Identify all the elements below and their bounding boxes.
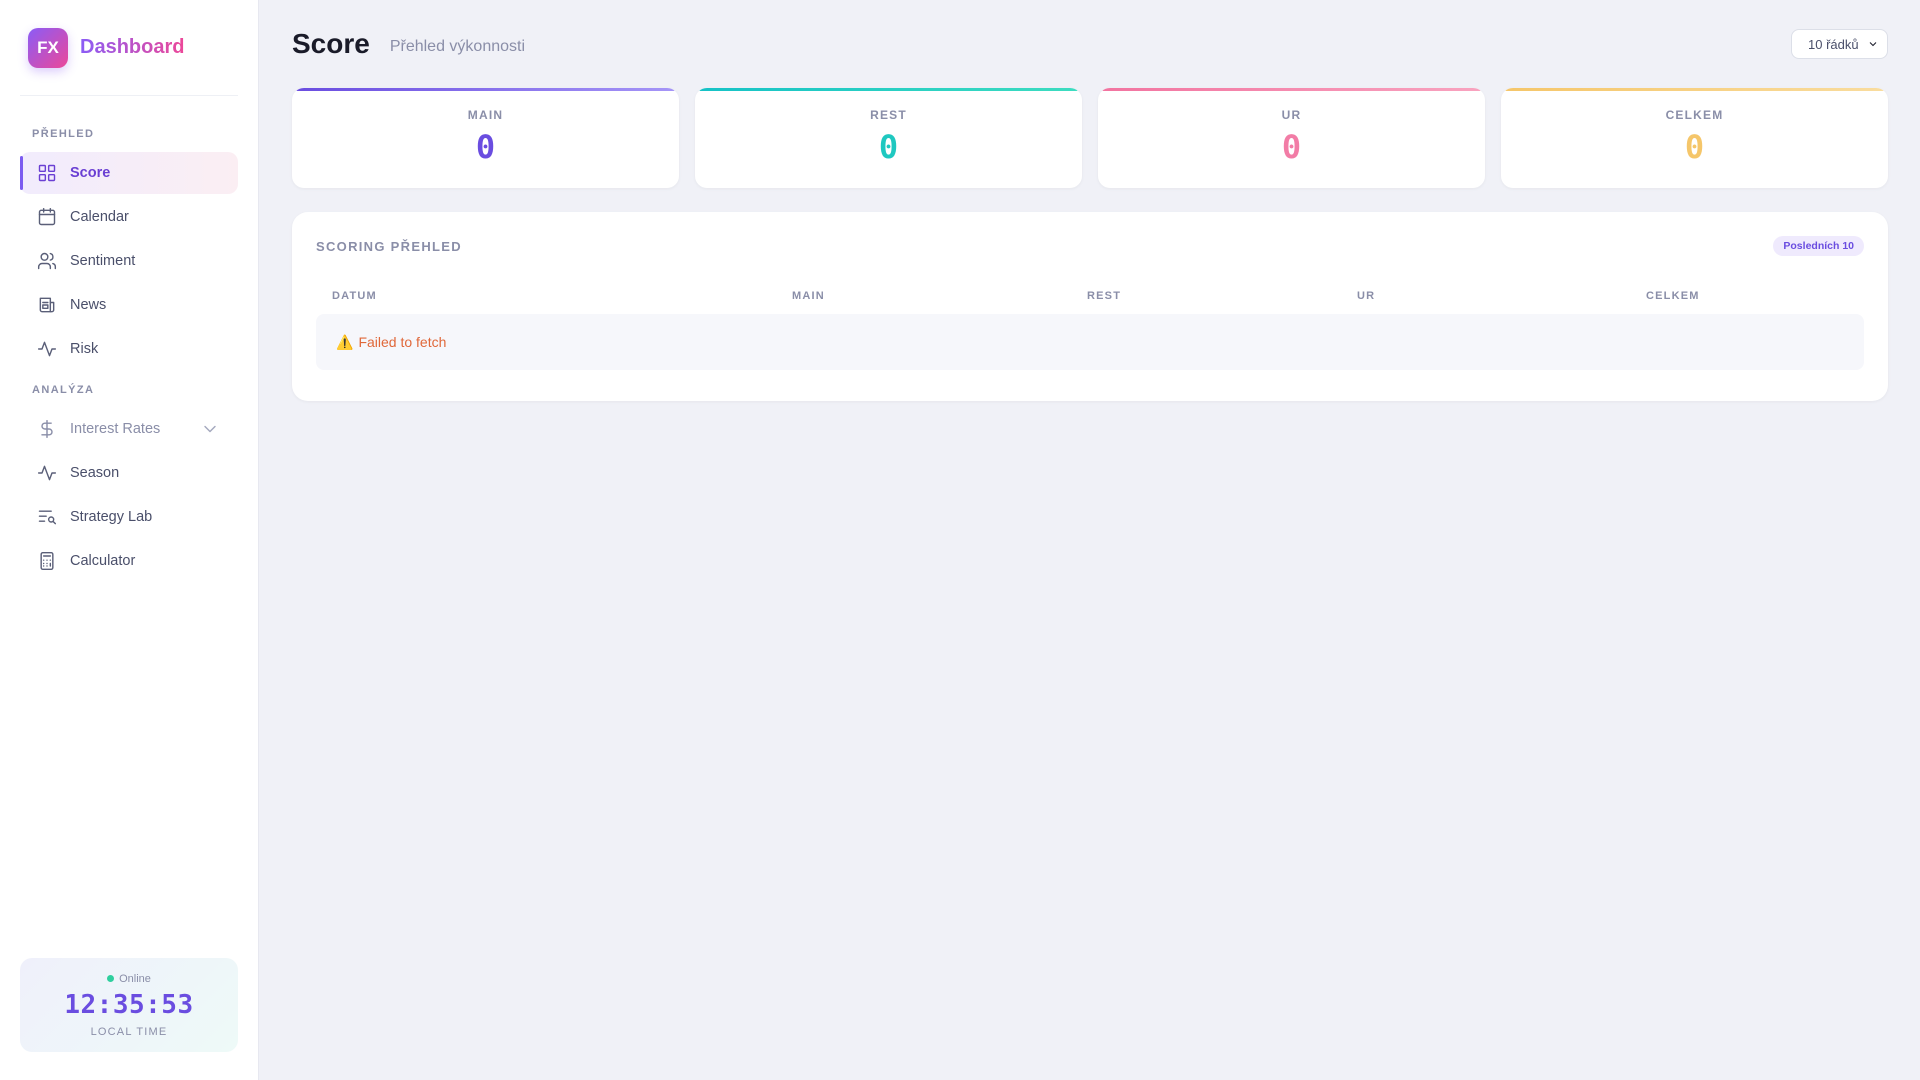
page-subtitle: Přehled výkonnosti: [389, 38, 526, 55]
error-row: ⚠️ Failed to fetch: [316, 314, 1864, 370]
sidebar-item-interest-rates[interactable]: Interest Rates: [20, 408, 238, 450]
card-value: 0: [878, 128, 899, 166]
column-header-main[interactable]: MAIN: [792, 290, 1087, 302]
sidebar-item-news[interactable]: News: [20, 284, 238, 326]
stat-card-main: MAIN 0: [292, 88, 679, 188]
scoring-panel: SCORING PŘEHLED Posledních 10 DATUM MAIN…: [292, 212, 1888, 401]
card-label: REST: [870, 108, 907, 122]
card-accent-bar: [1102, 88, 1481, 91]
card-value: 0: [475, 128, 496, 166]
column-header-ur[interactable]: UR: [1357, 290, 1646, 302]
online-dot-icon: [107, 975, 115, 982]
card-label: UR: [1281, 108, 1302, 122]
card-accent-bar: [296, 88, 675, 91]
sidebar-item-calendar[interactable]: Calendar: [20, 196, 238, 238]
sidebar-item-label: Score: [70, 165, 111, 181]
sidebar-item-strategy-lab[interactable]: Strategy Lab: [20, 496, 238, 538]
clock-card: Online 12:35:53 LOCAL TIME: [20, 958, 238, 1052]
dollar-icon: [41, 419, 53, 439]
main-content: Score Přehled výkonnosti 10 řádků MAIN 0…: [259, 0, 1920, 1080]
card-value: 0: [1281, 128, 1302, 166]
sidebar: FX Dashboard PŘEHLED Score Calendar Sent…: [0, 0, 259, 1080]
section-label-analysis: ANALÝZA: [32, 384, 95, 396]
clock-label: LOCAL TIME: [90, 1025, 168, 1038]
sidebar-item-calculator[interactable]: Calculator: [20, 540, 238, 582]
rows-select[interactable]: 10 řádků: [1791, 29, 1888, 59]
sidebar-item-sentiment[interactable]: Sentiment: [20, 240, 238, 282]
grid-icon: [38, 164, 56, 182]
sidebar-item-label: Calculator: [70, 553, 136, 569]
column-header-celkem[interactable]: CELKEM: [1646, 290, 1700, 302]
sidebar-item-label: Strategy Lab: [70, 509, 153, 525]
sidebar-item-label: Risk: [70, 341, 99, 357]
stat-card-ur: UR 0: [1098, 88, 1485, 188]
card-label: MAIN: [467, 108, 504, 122]
panel-title: SCORING PŘEHLED: [316, 238, 462, 254]
card-accent-bar: [699, 88, 1078, 91]
sidebar-item-season[interactable]: Season: [20, 452, 238, 494]
page-header: Score Přehled výkonnosti: [292, 0, 1888, 88]
status-text: Online: [119, 972, 151, 985]
brand-title: Dashboard: [80, 36, 185, 58]
card-accent-bar: [1505, 88, 1884, 91]
activity-icon: [37, 341, 57, 357]
stat-cards: MAIN 0 REST 0 UR 0 CELKEM 0: [292, 88, 1888, 188]
newspaper-icon: [39, 297, 55, 313]
sidebar-item-label: News: [70, 297, 107, 313]
section-label-overview: PŘEHLED: [32, 128, 95, 140]
activity-icon: [37, 465, 57, 481]
sidebar-item-score[interactable]: Score: [20, 152, 238, 194]
sidebar-item-label: Sentiment: [70, 253, 136, 269]
column-header-datum[interactable]: DATUM: [332, 290, 792, 302]
calculator-icon: [40, 551, 54, 571]
calendar-icon: [38, 207, 56, 226]
warning-icon: ⚠️: [336, 333, 354, 350]
users-icon: [37, 252, 57, 270]
brand-logo: FX: [28, 27, 68, 68]
chevron-down-icon: [1869, 42, 1877, 47]
clock-time: 12:35:53: [64, 989, 194, 1020]
table-header: DATUM MAIN REST UR CELKEM: [316, 290, 1864, 302]
card-value: 0: [1684, 128, 1705, 166]
column-header-rest[interactable]: REST: [1087, 290, 1357, 302]
sidebar-item-label: Interest Rates: [70, 421, 161, 437]
sidebar-item-label: Calendar: [70, 209, 129, 225]
stat-card-rest: REST 0: [695, 88, 1082, 188]
sidebar-item-risk[interactable]: Risk: [20, 328, 238, 370]
list-search-icon: [38, 510, 57, 525]
status-badge: Posledních 10: [1773, 236, 1864, 256]
brand[interactable]: FX Dashboard: [20, 0, 238, 96]
chevron-down-icon[interactable]: [200, 419, 220, 439]
sidebar-item-label: Season: [70, 465, 120, 481]
status-indicator: Online: [107, 973, 151, 985]
stat-card-celkem: CELKEM 0: [1501, 88, 1888, 188]
page-title: Score: [292, 28, 370, 59]
rows-select-value: 10 řádků: [1808, 36, 1859, 52]
error-message: Failed to fetch: [358, 334, 447, 350]
card-label: CELKEM: [1665, 108, 1724, 122]
